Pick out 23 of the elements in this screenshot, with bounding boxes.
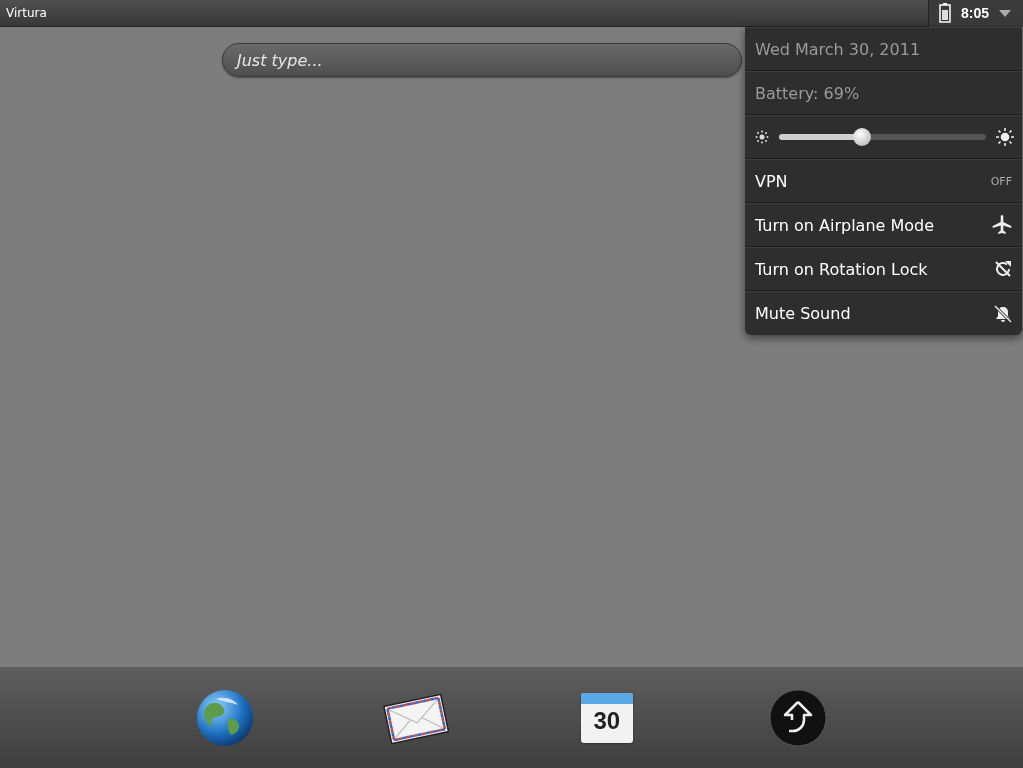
muted-bell-icon [994,304,1012,323]
clock-time: 8:05 [961,5,990,21]
battery-icon [939,3,951,23]
system-menu-button[interactable]: 8:05 [928,0,1023,27]
menu-item[interactable]: Turn on Airplane Mode [745,203,1022,247]
menu-item[interactable]: Turn on Rotation Lock [745,247,1022,291]
calendar-icon[interactable]: 30 [580,692,633,743]
date-text: Wed March 30, 2011 [755,39,921,59]
battery-text: Battery: 69% [755,83,860,103]
airplane-icon [992,215,1012,235]
app-title: Virtura [5,6,47,20]
globe-icon[interactable] [196,688,255,747]
dropdown-caret-icon [999,9,1012,17]
rotation-lock-icon [994,260,1012,278]
menu-item[interactable]: Mute Sound [745,291,1022,335]
slider-thumb[interactable] [852,128,871,146]
menu-item[interactable]: VPN OFF [745,159,1022,203]
brightness-slider[interactable] [779,128,986,146]
vpn-status: OFF [990,174,1012,188]
search-field[interactable]: Just type... [222,43,742,77]
dim-brightness-icon [755,130,769,144]
calendar-day: 30 [593,703,621,738]
bright-brightness-icon [996,128,1014,146]
